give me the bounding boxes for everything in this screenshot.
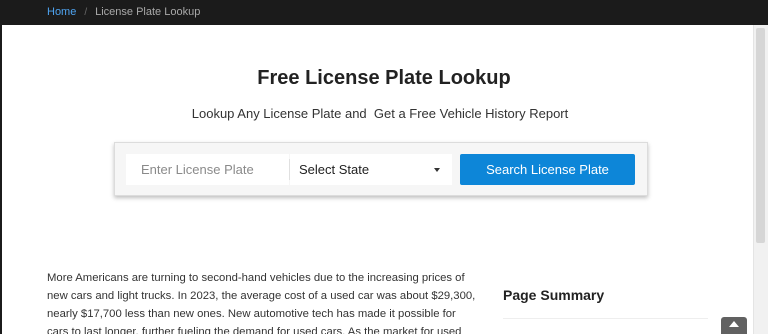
page-subtitle: Lookup Any License Plate and Get a Free … xyxy=(191,106,569,121)
top-bar: Home / License Plate Lookup xyxy=(0,0,768,25)
state-select-value: Select State xyxy=(299,162,370,177)
article-paragraph: More Americans are turning to second-han… xyxy=(47,272,476,334)
page-summary-title: Page Summary xyxy=(503,287,605,303)
caret-down-icon xyxy=(434,168,440,172)
breadcrumb-home-link[interactable]: Home xyxy=(47,6,76,18)
license-plate-input[interactable] xyxy=(126,154,289,185)
chevron-up-icon xyxy=(729,321,739,327)
summary-divider xyxy=(503,318,708,319)
scrollbar-thumb[interactable] xyxy=(756,28,765,243)
breadcrumb: Home / License Plate Lookup xyxy=(47,6,200,19)
plate-search-form: Select State Search License Plate xyxy=(114,142,648,196)
back-to-top-button[interactable] xyxy=(721,317,747,334)
page-title: Free License Plate Lookup xyxy=(257,67,511,89)
search-license-plate-button[interactable]: Search License Plate xyxy=(460,154,635,185)
breadcrumb-separator: / xyxy=(84,7,88,18)
state-select[interactable]: Select State xyxy=(290,154,452,185)
breadcrumb-current: License Plate Lookup xyxy=(95,6,201,18)
